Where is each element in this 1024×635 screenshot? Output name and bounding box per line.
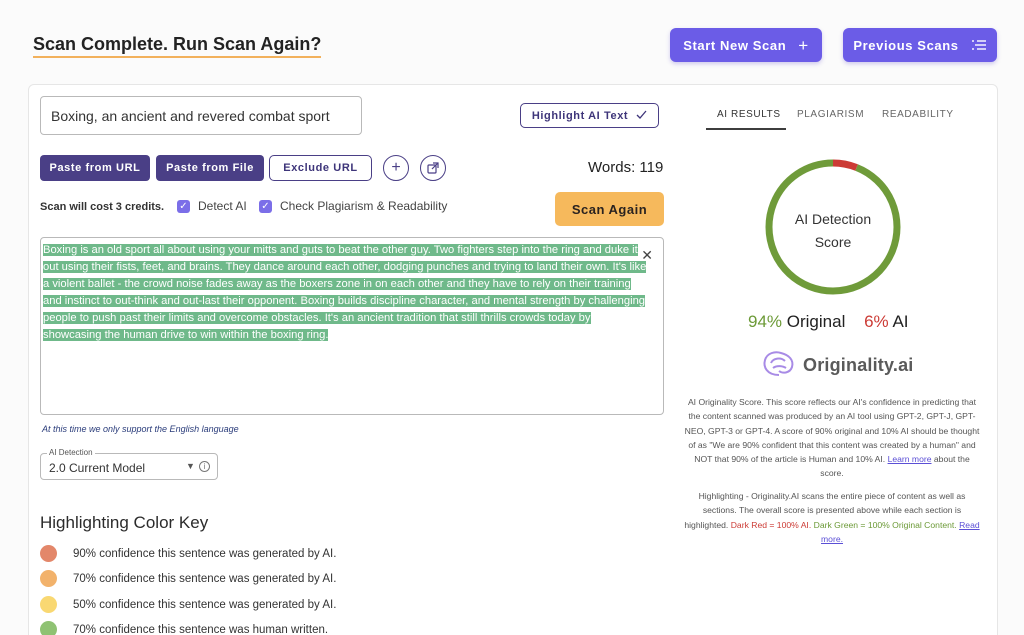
scan-cost: Scan will cost 3 credits. [40,201,165,213]
color-key-item: 50% confidence this sentence was generat… [40,596,336,613]
check-plagiarism-checkbox[interactable]: ✓ Check Plagiarism & Readability [259,199,447,213]
info-icon[interactable]: i [199,461,210,472]
word-count: Words: 119 [588,159,664,176]
caret-down-icon: ▼ [186,461,195,471]
score-explanation: AI Originality Score. This score reflect… [683,395,981,481]
detect-ai-checkbox[interactable]: ✓ Detect AI [177,199,247,213]
color-key-item: 70% confidence this sentence was generat… [40,570,336,587]
check-icon [636,110,647,122]
plus-icon: + [798,35,809,55]
highlighted-text: Boxing is an old sport all about using y… [43,244,647,341]
color-key-item: 90% confidence this sentence was generat… [40,545,336,562]
dark-green-note: Dark Green = 100% Original Content. [813,519,957,530]
checkbox-checked-icon: ✓ [177,199,190,213]
results-tabs: AI RESULTS PLAGIARISM READABILITY [706,106,970,130]
detect-ai-label: Detect AI [198,199,247,213]
list-icon [971,37,987,54]
title-input[interactable]: Boxing, an ancient and revered combat sp… [40,96,362,135]
page-title: Scan Complete. Run Scan Again? [33,34,322,58]
color-key-dot [40,545,57,562]
color-key-label: 50% confidence this sentence was generat… [73,598,337,611]
color-key-dot [40,621,57,635]
brain-icon [761,349,797,382]
ai-label: AI [892,312,909,331]
color-key-dot [40,570,57,587]
highlight-ai-text-button[interactable]: Highlight AI Text [520,103,659,128]
original-percent: 94% [748,312,783,331]
previous-scans-label: Previous Scans [853,37,959,53]
highlighting-explanation: Highlighting - Originality.AI scans the … [683,489,981,546]
model-select-value: 2.0 Current Model [49,461,146,475]
exclude-url-button[interactable]: Exclude URL [269,155,372,181]
color-key-label: 70% confidence this sentence was human w… [73,623,329,635]
tab-ai-results[interactable]: AI RESULTS [717,109,781,120]
original-label: Original [786,312,846,331]
score-label-line-2: Score [814,234,852,250]
paste-from-url-button[interactable]: Paste from URL [40,155,150,181]
tab-readability[interactable]: READABILITY [882,109,954,120]
color-key-label: 90% confidence this sentence was generat… [73,547,337,560]
color-key-title: Highlighting Color Key [40,513,209,532]
color-key-label: 70% confidence this sentence was generat… [73,572,337,585]
start-new-scan-button[interactable]: Start New Scan + [670,28,822,62]
checkbox-checked-icon: ✓ [259,199,272,213]
previous-scans-button[interactable]: Previous Scans [843,28,997,62]
color-key-item: 70% confidence this sentence was human w… [40,621,328,635]
active-tab-indicator [706,128,786,130]
top-bar: Scan Complete. Run Scan Again? Start New… [0,0,1024,85]
originality-logo: Originality.ai [761,349,914,382]
tab-plagiarism[interactable]: PLAGIARISM [797,109,864,120]
check-plagiarism-label: Check Plagiarism & Readability [280,199,448,213]
start-new-scan-label: Start New Scan [683,37,787,53]
highlight-ai-text-label: Highlight AI Text [531,109,629,122]
scan-again-button[interactable]: Scan Again [555,192,664,226]
content-editor[interactable]: Boxing is an old sport all about using y… [40,237,664,415]
score-label: AI Detection Score [773,208,893,254]
share-icon[interactable] [420,155,446,181]
ai-percent: 6% [864,312,889,331]
learn-more-link[interactable]: Learn more [888,454,932,464]
close-icon[interactable]: ✕ [641,247,653,264]
score-values: 94% Original 6% AI [748,312,909,332]
highlighted-content: Boxing is an old sport all about using y… [43,242,661,344]
paste-from-file-button[interactable]: Paste from File [156,155,264,181]
language-support-note: At this time we only support the English… [42,424,239,434]
dark-red-note: Dark Red = 100% AI. [730,519,812,530]
add-icon[interactable]: + [383,155,409,181]
logo-text: Originality.ai [803,355,914,375]
ai-detection-model-select[interactable]: AI Detection 2.0 Current Model ▼ i [40,448,218,480]
color-key-dot [40,596,57,613]
model-select-label: AI Detection [47,448,95,457]
score-label-line-1: AI Detection [794,211,872,227]
